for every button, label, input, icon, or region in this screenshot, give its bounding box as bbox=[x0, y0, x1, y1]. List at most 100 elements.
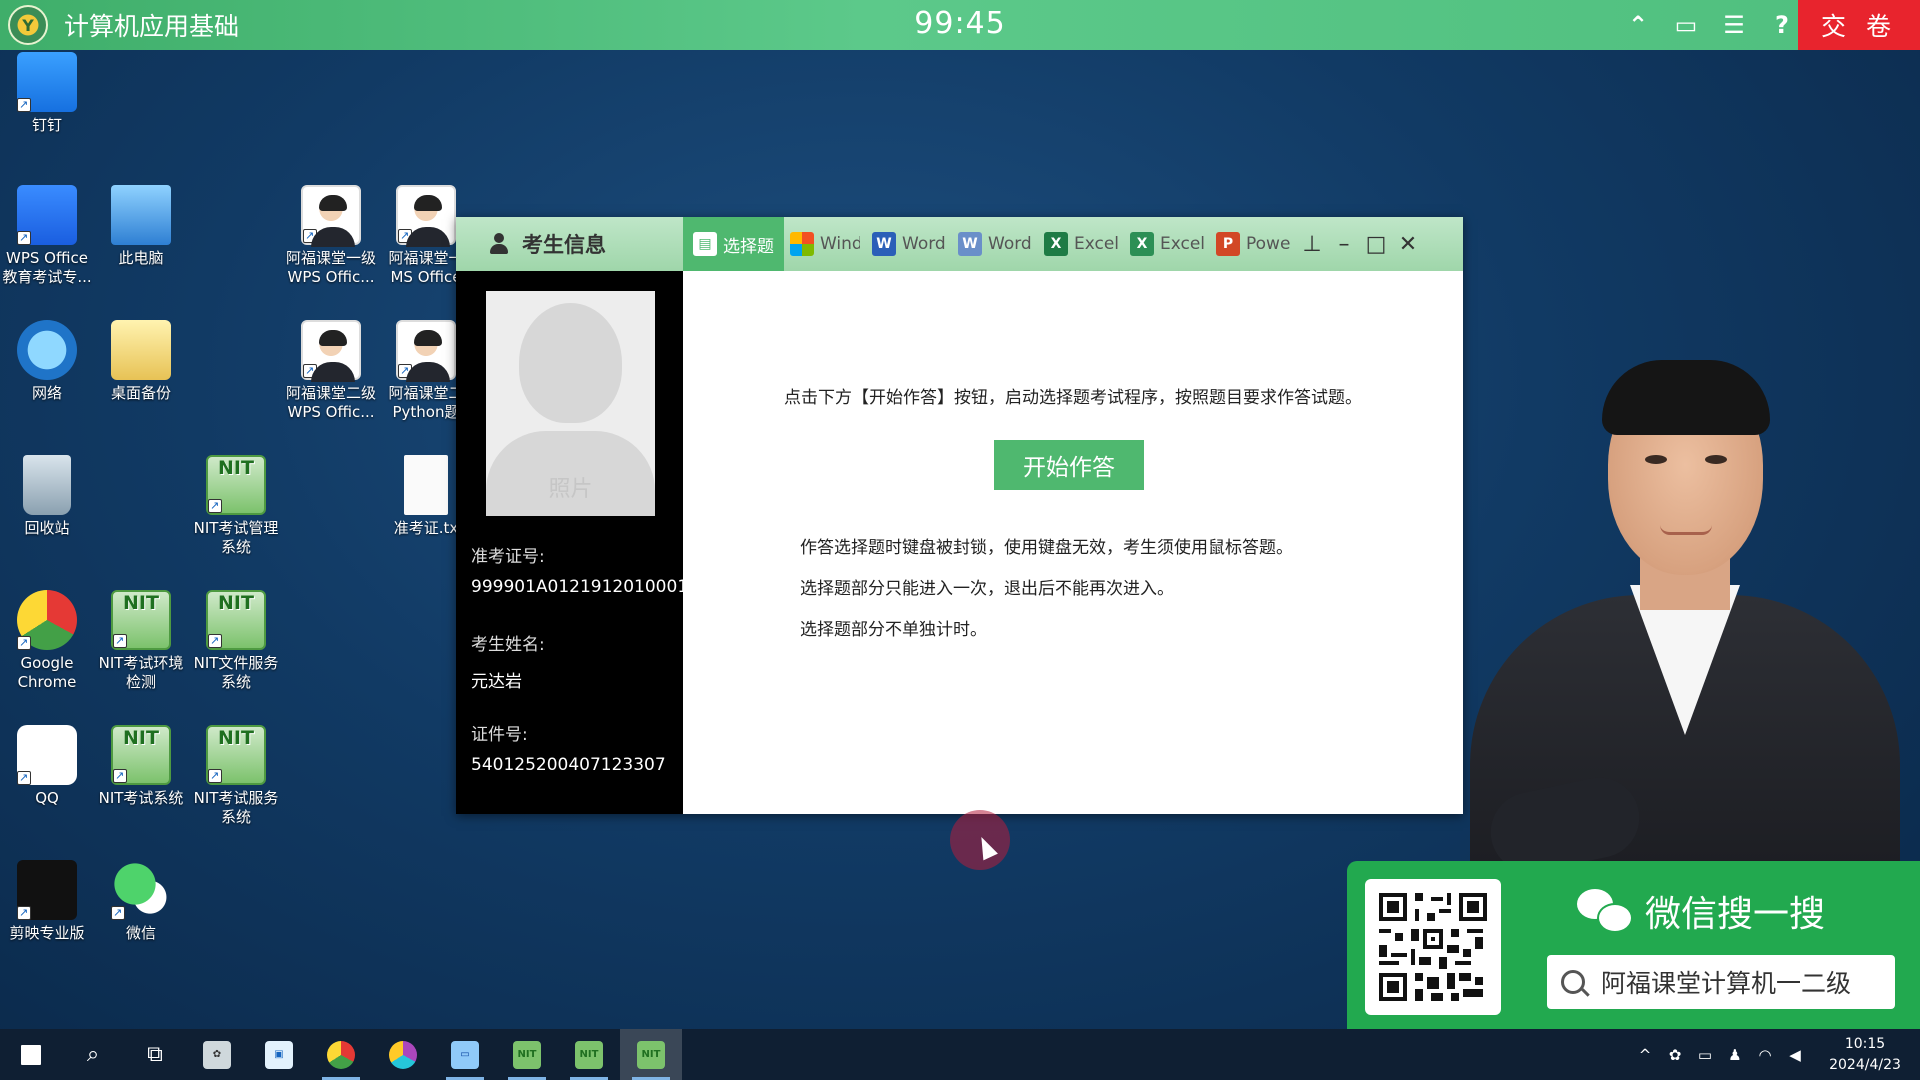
taskbar-app-4[interactable]: ▭ bbox=[434, 1029, 496, 1080]
start-instruction-text: 点击下方【开始作答】按钮，启动选择题考试程序，按照题目要求作答试题。 bbox=[784, 388, 1362, 408]
folder-icon bbox=[111, 320, 171, 380]
close-icon[interactable]: ✕ bbox=[1392, 217, 1424, 271]
network-icon[interactable]: ◠ bbox=[1750, 1029, 1780, 1080]
desktop-icon-nit-exam-system[interactable]: NIT NIT考试系统 bbox=[95, 725, 187, 808]
volume-icon[interactable]: ◀ bbox=[1780, 1029, 1810, 1080]
battery-icon[interactable]: ▭ bbox=[1690, 1029, 1720, 1080]
desktop-icon-afu-wps-2[interactable]: 阿福课堂二级 WPS Offic... bbox=[285, 320, 377, 422]
tray-app-icon[interactable]: ♟ bbox=[1720, 1029, 1750, 1080]
this-pc-icon bbox=[111, 185, 171, 245]
pin-icon[interactable]: ⊥ bbox=[1296, 217, 1328, 271]
note-enter-once: 选择题部分只能进入一次，退出后不能再次进入。 bbox=[800, 579, 1174, 599]
desktop-icon-nit-exam-management[interactable]: NIT NIT考试管理 系统 bbox=[190, 455, 282, 557]
desktop-icon-recycle-bin[interactable]: 回收站 bbox=[1, 455, 93, 538]
desktop-icon-this-pc[interactable]: 此电脑 bbox=[95, 185, 187, 268]
clock-time: 10:15 bbox=[1844, 1035, 1886, 1052]
network-globe-icon bbox=[17, 320, 77, 380]
tab-powerpoint[interactable]: P Power bbox=[1210, 217, 1296, 271]
window-icon[interactable]: ▭ bbox=[1673, 11, 1699, 39]
windows-start-icon bbox=[21, 1044, 41, 1065]
tray-expand-icon[interactable]: ^ bbox=[1630, 1029, 1660, 1080]
desktop-icon-afu-wps-1[interactable]: 阿福课堂一级 WPS Offic... bbox=[285, 185, 377, 287]
photo-placeholder-label: 照片 bbox=[548, 477, 593, 502]
desktop-icon-label: 桌面备份 bbox=[110, 384, 171, 402]
taskbar-app-2[interactable]: ▣ bbox=[248, 1029, 310, 1080]
desktop-icon-nit-file-service[interactable]: NIT NIT文件服务 系统 bbox=[190, 590, 282, 692]
desktop-icon-capcut[interactable]: 剪映专业版 bbox=[1, 860, 93, 943]
submit-exam-button[interactable]: 交 卷 bbox=[1798, 0, 1920, 50]
desktop-icon-network[interactable]: 网络 bbox=[1, 320, 93, 403]
app-logo-icon: Y bbox=[8, 5, 48, 45]
desktop-icon-desktop-backup[interactable]: 桌面备份 bbox=[95, 320, 187, 403]
list-icon[interactable]: ☰ bbox=[1721, 11, 1747, 39]
wechat-search-box: 阿福课堂计算机一二级 bbox=[1547, 955, 1895, 1009]
desktop-icon-label: 剪映专业版 bbox=[9, 924, 85, 942]
wechat-icon bbox=[111, 860, 171, 922]
document-icon: ▤ bbox=[693, 232, 717, 256]
app-icon bbox=[389, 1040, 417, 1069]
tab-label: Word bbox=[902, 234, 946, 254]
tab-excel-2[interactable]: X Excel bbox=[1124, 217, 1210, 271]
taskbar-chrome[interactable] bbox=[310, 1029, 372, 1080]
desktop-icon-dingtalk[interactable]: 钉钉 bbox=[1, 52, 93, 135]
afu-avatar-icon bbox=[301, 320, 361, 382]
qr-code-graphic bbox=[1375, 889, 1491, 1005]
tab-multiple-choice[interactable]: ▤ 选择题 bbox=[683, 217, 784, 271]
taskbar-nit-2[interactable]: NIT bbox=[558, 1029, 620, 1080]
tab-excel-1[interactable]: X Excel bbox=[1038, 217, 1124, 271]
desktop-icon-label: 此电脑 bbox=[118, 249, 164, 267]
desktop-icon-google-chrome[interactable]: Google Chrome bbox=[1, 590, 93, 692]
task-view-icon: ⧉ bbox=[147, 1042, 163, 1067]
candidate-info-header: 考生信息 bbox=[456, 217, 683, 271]
desktop-icon-nit-env-check[interactable]: NIT NIT考试环境 检测 bbox=[95, 590, 187, 692]
afu-avatar-icon bbox=[396, 185, 456, 247]
dingtalk-icon bbox=[17, 52, 77, 114]
person-icon bbox=[488, 233, 510, 255]
app-icon: ✿ bbox=[203, 1040, 231, 1069]
taskbar-nit-exam-active[interactable]: NIT bbox=[620, 1029, 682, 1080]
exam-tab-bar: ▤ 选择题 Wind W Word W Word X Excel X Excel… bbox=[683, 217, 1463, 271]
note-keyboard-locked: 作答选择题时键盘被封锁，使用键盘无效，考生须使用鼠标答题。 bbox=[800, 538, 1293, 558]
tab-label: Wind bbox=[820, 234, 860, 254]
desktop-icon-wechat[interactable]: 微信 bbox=[95, 860, 187, 943]
exam-subject-title: 计算机应用基础 bbox=[64, 12, 240, 41]
collapse-up-icon[interactable]: ⌃ bbox=[1625, 11, 1651, 39]
desktop-icon-nit-exam-service[interactable]: NIT NIT考试服务 系统 bbox=[190, 725, 282, 827]
taskbar-search-button[interactable]: ⌕ bbox=[62, 1029, 124, 1080]
task-view-button[interactable]: ⧉ bbox=[124, 1029, 186, 1080]
candidate-photo: 照片 bbox=[486, 291, 655, 516]
help-icon[interactable]: ? bbox=[1769, 11, 1795, 39]
minimize-icon[interactable]: – bbox=[1328, 217, 1360, 271]
desktop-icon-label: 回收站 bbox=[24, 519, 70, 537]
taskbar-nit-1[interactable]: NIT bbox=[496, 1029, 558, 1080]
capcut-icon bbox=[17, 860, 77, 922]
nit-app-icon: NIT bbox=[575, 1040, 603, 1069]
nit-app-icon: NIT bbox=[513, 1040, 541, 1069]
cert-no-value: 540125200407123307 bbox=[471, 755, 666, 775]
exam-top-bar: Y 计算机应用基础 99:45 ⌃ ▭ ☰ ? 交 卷 bbox=[0, 0, 1920, 50]
start-answering-button[interactable]: 开始作答 bbox=[994, 440, 1144, 490]
cert-no-label: 证件号: bbox=[471, 725, 528, 745]
tab-word-1[interactable]: W Word bbox=[866, 217, 952, 271]
taskbar-app-1[interactable]: ✿ bbox=[186, 1029, 248, 1080]
taskbar-app-3[interactable] bbox=[372, 1029, 434, 1080]
maximize-icon[interactable]: □ bbox=[1360, 217, 1392, 271]
wechat-ad-title: 微信搜一搜 bbox=[1577, 885, 1825, 937]
tab-word-2[interactable]: W Word bbox=[952, 217, 1038, 271]
tab-label: Power bbox=[1246, 234, 1290, 254]
presenter-video bbox=[1460, 345, 1910, 865]
desktop-icon-wps-office[interactable]: WPS Office 教育考试专... bbox=[1, 185, 93, 287]
clock-date: 2024/4/23 bbox=[1829, 1056, 1901, 1073]
desktop-icon-label: 钉钉 bbox=[31, 116, 62, 134]
candidate-name-label: 考生姓名: bbox=[471, 635, 545, 655]
tray-app-icon[interactable]: ✿ bbox=[1660, 1029, 1690, 1080]
taskbar-clock[interactable]: 10:15 2024/4/23 bbox=[1810, 1034, 1920, 1076]
qr-code bbox=[1365, 879, 1501, 1015]
wps-office-icon bbox=[17, 185, 77, 247]
afu-avatar-icon bbox=[396, 320, 456, 382]
desktop-icon-qq[interactable]: QQ bbox=[1, 725, 93, 808]
desktop-icon-label: NIT考试管理 系统 bbox=[193, 519, 279, 556]
start-button[interactable] bbox=[0, 1029, 62, 1080]
qq-penguin-icon bbox=[17, 725, 77, 787]
tab-windows[interactable]: Wind bbox=[784, 217, 866, 271]
